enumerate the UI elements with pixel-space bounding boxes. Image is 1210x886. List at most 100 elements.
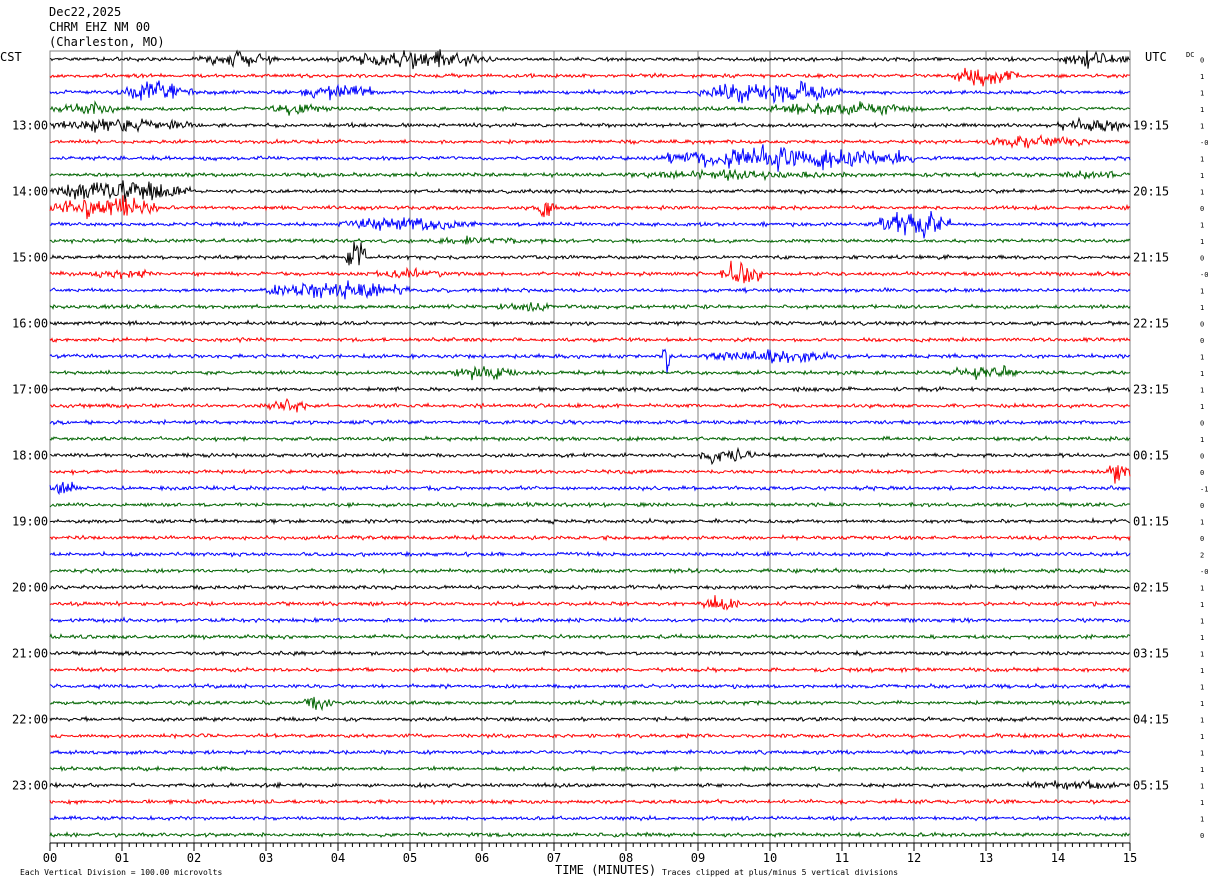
seismic-trace xyxy=(49,348,1131,374)
seismic-trace xyxy=(49,364,1131,381)
seismic-trace xyxy=(49,133,1131,149)
seismic-trace xyxy=(49,301,1131,313)
seismic-trace xyxy=(49,336,1131,344)
dc-offset-value: 0 xyxy=(1200,535,1204,543)
seismic-trace xyxy=(49,398,1131,413)
left-hour-label: 23:00 xyxy=(12,778,48,792)
x-tick-label: 00 xyxy=(43,851,57,865)
dc-offset-value: 0 xyxy=(1200,452,1204,460)
dc-offset-value: 1 xyxy=(1200,683,1204,691)
grid-lines xyxy=(49,50,1131,851)
left-hour-label: 17:00 xyxy=(12,382,48,396)
dc-offset-value: 1 xyxy=(1200,634,1204,642)
seismic-trace xyxy=(49,235,1131,245)
seismic-trace xyxy=(49,797,1131,806)
seismic-trace xyxy=(49,49,1131,70)
dc-offset-value: 1 xyxy=(1200,386,1204,394)
seismic-trace xyxy=(49,418,1131,426)
dc-offset-value: 1 xyxy=(1200,221,1204,229)
plot-frame xyxy=(49,50,1131,844)
tick-labels: 00 01 02 03 04 05 06 07 08 09 10 11 12 13 14 1513:0014:… xyxy=(12,56,1208,865)
seismic-trace xyxy=(49,319,1131,328)
seismic-trace xyxy=(49,144,1131,172)
dc-offset-value: 1 xyxy=(1200,106,1204,114)
seismic-trace xyxy=(49,831,1131,839)
dc-offset-value: -0 xyxy=(1200,271,1208,279)
seismic-trace xyxy=(49,715,1131,723)
x-tick-label: 14 xyxy=(1051,851,1065,865)
dc-offset-value: 2 xyxy=(1200,551,1204,559)
seismic-trace xyxy=(49,550,1131,558)
seismic-trace xyxy=(49,168,1131,182)
x-tick-label: 13 xyxy=(979,851,993,865)
dc-offset-value: 1 xyxy=(1200,584,1204,592)
right-hour-label: 22:15 xyxy=(1133,316,1169,330)
seismic-trace xyxy=(49,67,1131,87)
seismic-trace xyxy=(49,195,1131,220)
right-hour-label: 04:15 xyxy=(1133,712,1169,726)
dc-offset-value: 1 xyxy=(1200,89,1204,97)
seismic-trace xyxy=(49,280,1131,300)
seismic-trace xyxy=(49,732,1131,740)
dc-offset-value: -0 xyxy=(1200,568,1208,576)
seismic-trace xyxy=(49,446,1131,466)
seismic-trace xyxy=(49,180,1131,203)
seismic-trace xyxy=(49,100,1131,117)
seismic-trace xyxy=(49,748,1131,756)
dc-offset-value: 1 xyxy=(1200,370,1204,378)
x-tick-label: 06 xyxy=(475,851,489,865)
dc-offset-value: 0 xyxy=(1200,502,1204,510)
scale-note: Each Vertical Division = 100.00 microvol… xyxy=(20,868,222,877)
dc-offset-value: 0 xyxy=(1200,320,1204,328)
dc-offset-value: 1 xyxy=(1200,799,1204,807)
dc-offset-value: 1 xyxy=(1200,700,1204,708)
dc-offset-value: 1 xyxy=(1200,601,1204,609)
dc-offset-value: 1 xyxy=(1200,238,1204,246)
left-hour-label: 16:00 xyxy=(12,316,48,330)
trace-group xyxy=(49,49,1131,839)
seismic-trace xyxy=(49,481,1131,496)
dc-offset-value: 1 xyxy=(1200,667,1204,675)
left-hour-label: 21:00 xyxy=(12,646,48,660)
x-tick-label: 04 xyxy=(331,851,345,865)
seismic-trace xyxy=(49,385,1131,394)
axes: CST UTC DC TIME (MINUTES) Each Vertical … xyxy=(0,50,1194,877)
dc-offset-value: 1 xyxy=(1200,353,1204,361)
dc-offset-value: 1 xyxy=(1200,782,1204,790)
dc-offset-value: 1 xyxy=(1200,518,1204,526)
left-hour-label: 20:00 xyxy=(12,580,48,594)
seismic-trace xyxy=(49,666,1131,674)
right-hour-label: 21:15 xyxy=(1133,250,1169,264)
dc-offset-value: 1 xyxy=(1200,155,1204,163)
seismic-trace xyxy=(49,435,1131,443)
seismic-trace xyxy=(49,649,1131,657)
helicorder-chart: CST UTC DC TIME (MINUTES) Each Vertical … xyxy=(0,49,1208,877)
dc-offset-value: 1 xyxy=(1200,287,1204,295)
right-hour-label: 23:15 xyxy=(1133,382,1169,396)
dc-offset-value: 1 xyxy=(1200,716,1204,724)
right-hour-label: 20:15 xyxy=(1133,184,1169,198)
left-hour-label: 18:00 xyxy=(12,448,48,462)
x-tick-label: 07 xyxy=(547,851,561,865)
seismic-trace xyxy=(49,595,1131,611)
x-tick-label: 05 xyxy=(403,851,417,865)
left-hour-label: 15:00 xyxy=(12,250,48,264)
right-hour-label: 19:15 xyxy=(1133,118,1169,132)
dc-offset-value: 0 xyxy=(1200,419,1204,427)
dc-label: DC xyxy=(1186,51,1194,59)
dc-offset-value: 1 xyxy=(1200,766,1204,774)
x-tick-label: 12 xyxy=(907,851,921,865)
right-hour-label: 01:15 xyxy=(1133,514,1169,528)
seismic-trace xyxy=(49,465,1131,484)
x-tick-label: 01 xyxy=(115,851,129,865)
dc-offset-value: 1 xyxy=(1200,304,1204,312)
x-tick-label: 08 xyxy=(619,851,633,865)
seismic-trace xyxy=(49,583,1131,591)
seismic-trace xyxy=(49,616,1131,624)
dc-offset-value: 1 xyxy=(1200,617,1204,625)
dc-offset-value: 1 xyxy=(1200,188,1204,196)
dc-offset-value: -1 xyxy=(1200,485,1208,493)
x-tick-label: 10 xyxy=(763,851,777,865)
left-hour-label: 13:00 xyxy=(12,118,48,132)
right-timezone-label: UTC xyxy=(1145,50,1167,64)
